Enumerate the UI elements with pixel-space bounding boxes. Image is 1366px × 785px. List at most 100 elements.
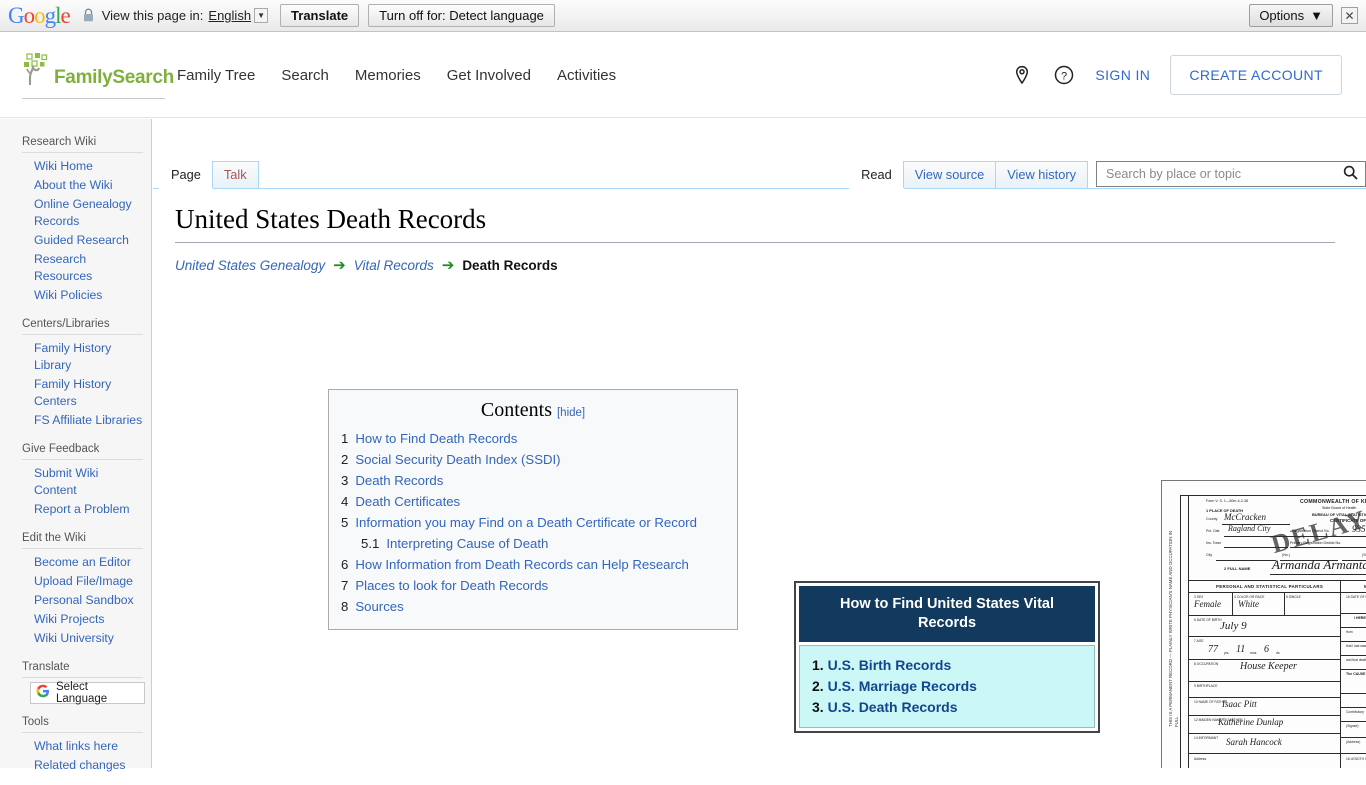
toc-link-death-certificates[interactable]: Death Certificates	[355, 492, 460, 511]
familysearch-logo[interactable]: FamilySearch	[22, 52, 167, 99]
language-select[interactable]: English ▼	[208, 8, 268, 23]
tab-read[interactable]: Read	[849, 161, 904, 189]
breadcrumb: United States Genealogy ➔ Vital Records …	[175, 256, 1366, 274]
sidebar-item-wiki-home[interactable]: Wiki Home	[0, 157, 147, 176]
toc-number: 3	[341, 471, 348, 490]
infobox-item-marriage-records[interactable]: 2. U.S. Marriage Records	[812, 676, 1082, 697]
sidebar-group-tools: What links here Related changes	[0, 737, 151, 785]
logo-wordmark: FamilySearch	[54, 67, 174, 89]
toc-hide-link[interactable]: [hide]	[557, 407, 585, 419]
close-icon[interactable]: ✕	[1341, 7, 1358, 24]
sidebar-item-report-a-problem[interactable]: Report a Problem	[0, 500, 147, 519]
toc-entry[interactable]: 8Sources	[341, 596, 725, 617]
sidebar-item-family-history-centers[interactable]: Family History Centers	[0, 375, 147, 411]
divider	[22, 732, 143, 733]
infobox-item-death-records[interactable]: 3. U.S. Death Records	[812, 697, 1082, 718]
sidebar-item-what-links-here[interactable]: What links here	[0, 737, 147, 756]
search-input[interactable]	[1104, 166, 1343, 182]
sidebar-item-related-changes[interactable]: Related changes	[0, 756, 147, 775]
toc-link-death-records[interactable]: Death Records	[355, 471, 443, 490]
toc-entry[interactable]: 5 Information you may Find on a Death Cer…	[341, 512, 725, 533]
sidebar-item-fs-affiliate-libraries[interactable]: FS Affiliate Libraries	[0, 411, 147, 430]
language-value[interactable]: English	[208, 8, 251, 23]
certificate-left-col-heading: PERSONAL AND STATISTICAL PARTICULARS	[1216, 584, 1323, 589]
infobox-item-label[interactable]: U.S. Marriage Records	[828, 678, 977, 694]
certificate-occupation: House Keeper	[1240, 661, 1297, 672]
toc-entry[interactable]: 2Social Security Death Index (SSDI)	[341, 449, 725, 470]
toc-number: 1	[341, 429, 348, 448]
nav-item-family-tree[interactable]: Family Tree	[177, 67, 255, 84]
view-tabs: Read View source View history	[849, 161, 1366, 188]
sidebar-item-wiki-projects[interactable]: Wiki Projects	[0, 610, 147, 629]
sidebar-item-guided-research[interactable]: Guided Research	[0, 231, 147, 250]
certificate-birth-date: July 9	[1220, 620, 1247, 632]
toc-link-interpreting-cause-of-death[interactable]: Interpreting Cause of Death	[386, 534, 548, 553]
certificate-mother-name: Katherine Dunlap	[1218, 717, 1283, 727]
toc-entry[interactable]: 6How Information from Death Records can …	[341, 554, 725, 575]
tab-page[interactable]: Page	[159, 161, 213, 189]
toc-link-ssdi[interactable]: Social Security Death Index (SSDI)	[355, 450, 560, 469]
sidebar-item-upload-file-image[interactable]: Upload File/Image	[0, 572, 147, 591]
breadcrumb-item-united-states-genealogy[interactable]: United States Genealogy	[175, 258, 325, 273]
list-item: Become an Editor	[0, 553, 147, 572]
search-icon[interactable]	[1343, 165, 1358, 183]
toc-entry[interactable]: 4Death Certificates	[341, 491, 725, 512]
toc-entry[interactable]: 7Places to look for Death Records	[341, 575, 725, 596]
tab-view-source[interactable]: View source	[903, 161, 996, 188]
search-box[interactable]	[1096, 161, 1366, 187]
options-button[interactable]: Options ▼	[1249, 4, 1333, 27]
chevron-down-icon: ▼	[1310, 8, 1323, 23]
certificate-informant: Sarah Hancock	[1226, 737, 1282, 747]
sidebar-group-edit-the-wiki: Become an Editor Upload File/Image Perso…	[0, 553, 151, 658]
list-item: Report a Problem	[0, 500, 147, 519]
divider	[22, 548, 143, 549]
infobox-item-label[interactable]: U.S. Birth Records	[828, 657, 952, 673]
toc-link-places-to-look[interactable]: Places to look for Death Records	[355, 576, 548, 595]
nav-item-memories[interactable]: Memories	[355, 67, 421, 84]
toc-link-how-information-helps-research[interactable]: How Information from Death Records can H…	[355, 555, 689, 574]
location-pin-icon[interactable]	[1011, 64, 1033, 86]
sidebar-item-research-resources[interactable]: Research Resources	[0, 250, 147, 286]
sidebar-item-become-an-editor[interactable]: Become an Editor	[0, 553, 147, 572]
site-header: FamilySearch Family Tree Search Memories…	[0, 33, 1366, 118]
create-account-button[interactable]: CREATE ACCOUNT	[1170, 55, 1342, 95]
toc-link-how-to-find-death-records[interactable]: How to Find Death Records	[355, 429, 517, 448]
google-logo: Google	[8, 3, 70, 29]
death-certificate-image[interactable]: THIS IS A PERMANENT RECORD — PLAINLY WRI…	[1161, 480, 1366, 768]
sidebar-item-family-history-library[interactable]: Family History Library	[0, 339, 147, 375]
nav-item-search[interactable]: Search	[281, 67, 329, 84]
toc-entry[interactable]: 3 Death Records	[341, 470, 725, 491]
certificate-registration-district: 935	[1352, 524, 1366, 534]
select-language-widget[interactable]: Select Language	[30, 682, 145, 704]
help-circle-icon[interactable]: ?	[1053, 64, 1075, 86]
sidebar-item-submit-wiki-content[interactable]: Submit Wiki Content	[0, 464, 147, 500]
chevron-down-icon[interactable]: ▼	[254, 8, 268, 23]
sidebar-item-about-the-wiki[interactable]: About the Wiki	[0, 176, 147, 195]
toc-entry[interactable]: 5.1Interpreting Cause of Death	[341, 533, 725, 554]
main-navigation: Family Tree Search Memories Get Involved…	[177, 67, 616, 84]
logo-underline	[22, 98, 165, 99]
tab-talk[interactable]: Talk	[212, 161, 259, 188]
sign-in-link[interactable]: SIGN IN	[1095, 67, 1150, 83]
certificate-state-header: COMMONWEALTH OF KENTUCKY	[1300, 499, 1366, 505]
sidebar-item-wiki-policies[interactable]: Wiki Policies	[0, 286, 147, 305]
certificate-age-months: 11	[1236, 644, 1245, 655]
sidebar-item-wiki-university[interactable]: Wiki University	[0, 629, 147, 648]
toc-link-sources[interactable]: Sources	[355, 597, 403, 616]
toc-entry[interactable]: 1 How to Find Death Records	[341, 428, 725, 449]
sidebar-item-online-genealogy-records[interactable]: Online Genealogy Records	[0, 195, 147, 231]
nav-item-activities[interactable]: Activities	[557, 67, 616, 84]
tab-view-history[interactable]: View history	[995, 161, 1088, 188]
options-label: Options	[1259, 8, 1304, 23]
toc-link-information-on-certificate[interactable]: Information you may Find on a Death Cert…	[355, 513, 697, 532]
toc-number: 5	[341, 513, 348, 532]
sidebar-item-personal-sandbox[interactable]: Personal Sandbox	[0, 591, 147, 610]
breadcrumb-item-vital-records[interactable]: Vital Records	[354, 258, 434, 273]
infobox-item-birth-records[interactable]: 1. U.S. Birth Records	[812, 655, 1082, 676]
namespace-tabs: Page Talk	[159, 161, 258, 188]
turn-off-translate-button[interactable]: Turn off for: Detect language	[368, 4, 555, 27]
infobox-body: 1. U.S. Birth Records 2. U.S. Marriage R…	[799, 645, 1095, 728]
translate-button[interactable]: Translate	[280, 4, 359, 27]
nav-item-get-involved[interactable]: Get Involved	[447, 67, 531, 84]
infobox-item-label[interactable]: U.S. Death Records	[828, 699, 958, 715]
